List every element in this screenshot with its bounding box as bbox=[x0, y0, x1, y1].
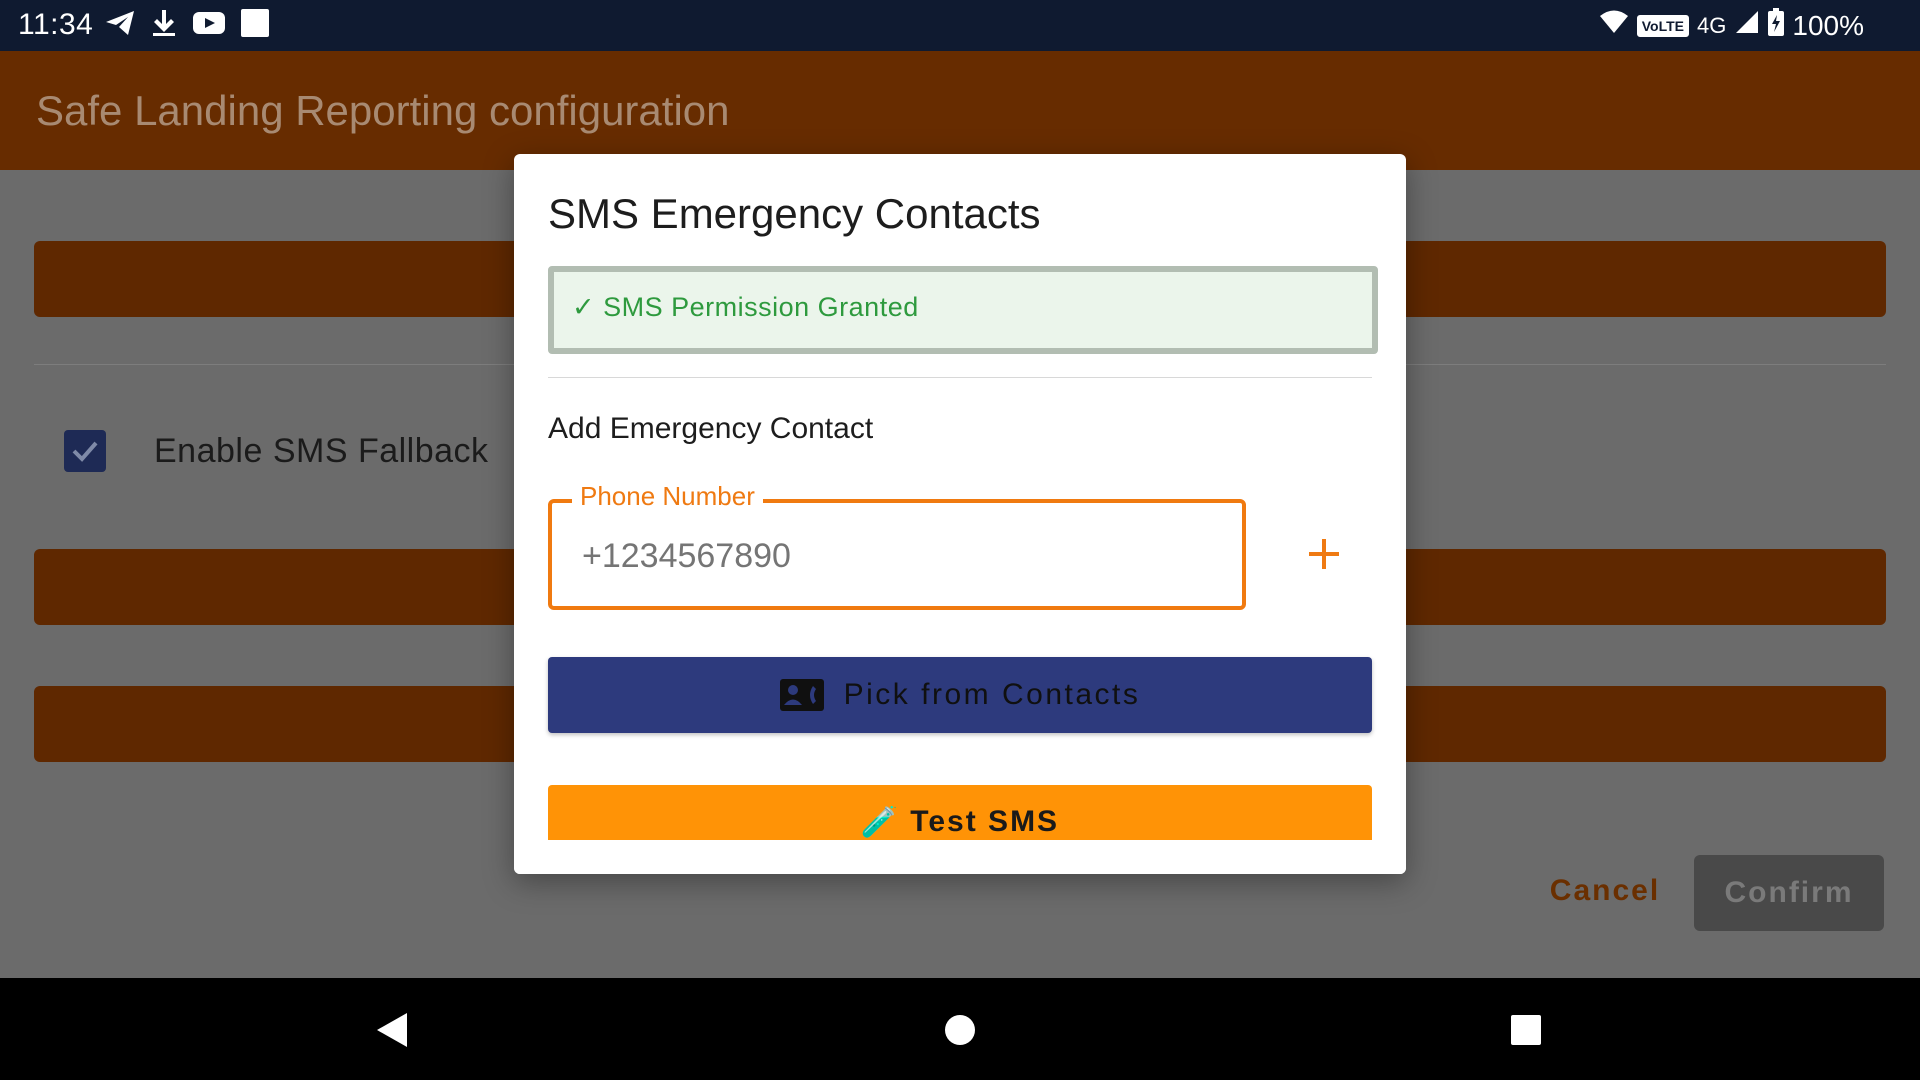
contact-phone-icon bbox=[779, 679, 824, 711]
page-title: Safe Landing Reporting configuration bbox=[36, 87, 730, 134]
recents-icon bbox=[1511, 1015, 1541, 1045]
phone-number-label: Phone Number bbox=[572, 481, 763, 512]
pick-from-contacts-label: Pick from Contacts bbox=[843, 678, 1141, 711]
youtube-icon bbox=[192, 10, 226, 36]
notification-icons bbox=[104, 8, 270, 38]
back-icon bbox=[377, 1013, 407, 1047]
network-type: 4G bbox=[1697, 12, 1727, 38]
download-icon bbox=[150, 8, 178, 38]
square-notification-icon bbox=[240, 8, 270, 38]
test-tube-icon: 🧪 bbox=[860, 806, 901, 839]
dialog-divider bbox=[548, 377, 1372, 378]
sms-contacts-dialog: SMS Emergency Contacts ✓ SMS Permission … bbox=[514, 154, 1406, 874]
add-contact-button[interactable] bbox=[1294, 524, 1354, 584]
battery-icon bbox=[1768, 8, 1785, 43]
test-sms-label: Test SMS bbox=[910, 805, 1060, 838]
sms-fallback-checkbox bbox=[64, 430, 106, 472]
phone-number-input[interactable] bbox=[582, 537, 1202, 576]
telegram-icon bbox=[104, 9, 136, 37]
sms-fallback-label: Enable SMS Fallback bbox=[154, 432, 489, 470]
pick-from-contacts-button[interactable]: Pick from Contacts bbox=[548, 657, 1372, 733]
back-button[interactable] bbox=[370, 1008, 414, 1052]
status-bar: 11:34 VoLTE 4G 100% bbox=[0, 0, 1920, 51]
section-label: Add Emergency Contact bbox=[548, 412, 874, 445]
battery-level: 100% bbox=[1792, 9, 1864, 41]
permission-status-box: ✓ SMS Permission Granted bbox=[548, 266, 1378, 354]
dialog-title: SMS Emergency Contacts bbox=[548, 190, 1041, 237]
dialog-bottom-padding bbox=[514, 840, 1406, 874]
phone-number-field[interactable]: Phone Number bbox=[548, 481, 1246, 610]
app-bar: Safe Landing Reporting configuration bbox=[0, 51, 1920, 170]
confirm-button: Confirm bbox=[1694, 855, 1884, 931]
volte-badge: VoLTE bbox=[1636, 14, 1690, 37]
status-right: VoLTE 4G 100% bbox=[1599, 8, 1864, 43]
wifi-icon bbox=[1599, 9, 1629, 42]
navigation-bar bbox=[0, 978, 1920, 1080]
check-icon bbox=[72, 441, 98, 462]
permission-status-text: ✓ SMS Permission Granted bbox=[572, 292, 919, 322]
cancel-button: Cancel bbox=[1549, 874, 1661, 907]
home-button[interactable] bbox=[938, 1008, 982, 1052]
home-icon bbox=[945, 1015, 975, 1045]
status-time: 11:34 bbox=[18, 8, 94, 41]
signal-icon bbox=[1734, 9, 1760, 42]
recents-button[interactable] bbox=[1504, 1008, 1548, 1052]
plus-icon bbox=[1309, 539, 1339, 569]
